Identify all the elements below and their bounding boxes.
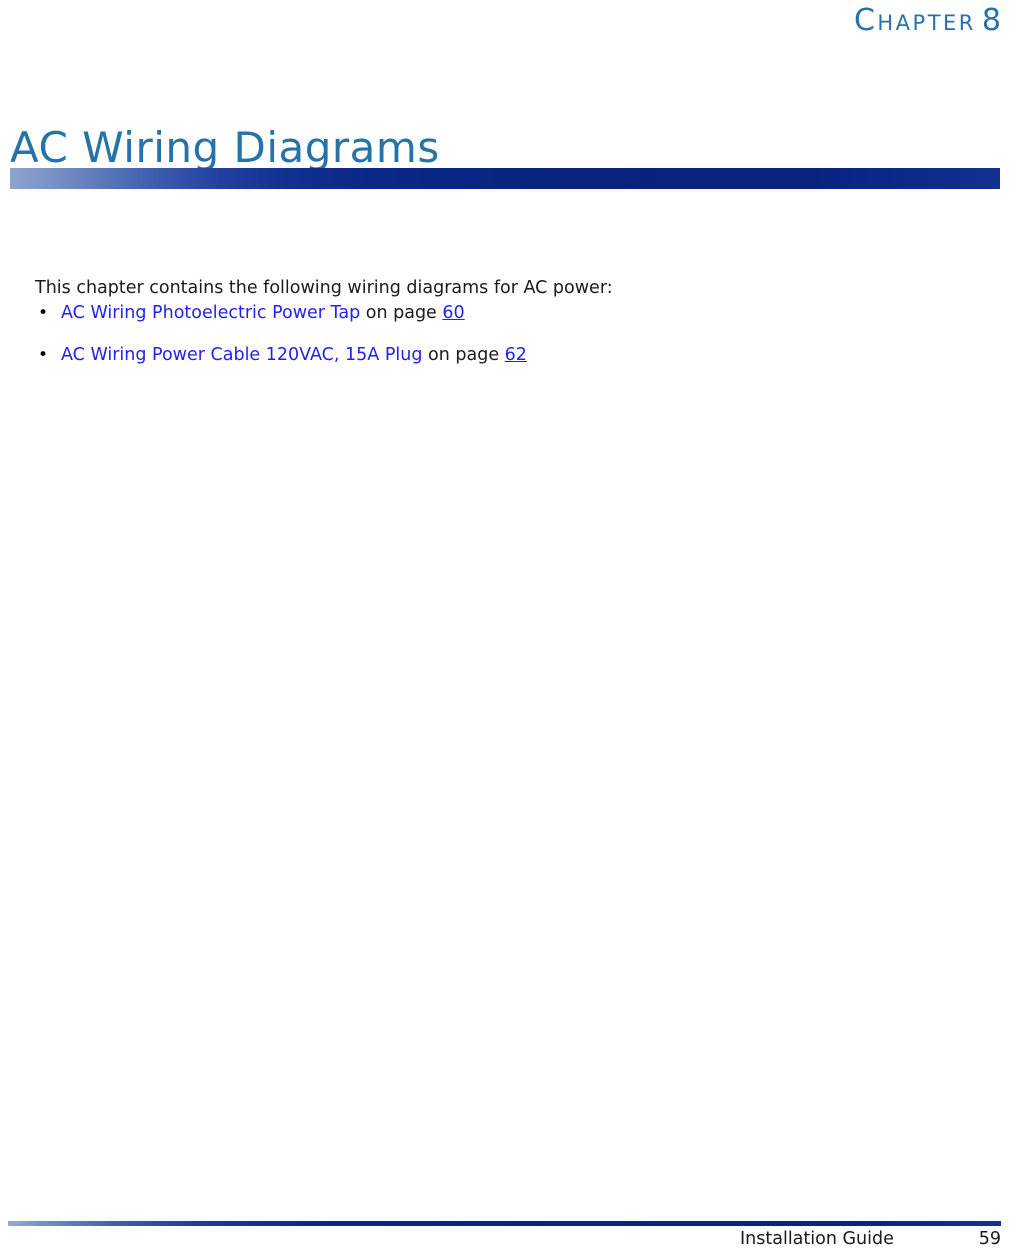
bullet-icon: • [38, 345, 49, 365]
cross-reference-separator: on page [422, 345, 505, 365]
chapter-eyebrow: Chapter 8 [401, 4, 1001, 37]
cross-reference-link[interactable]: AC Wiring Photoelectric Power Tap [61, 303, 360, 323]
cross-reference-link[interactable]: AC Wiring Power Cable 120VAC, 15A Plug [61, 345, 422, 365]
cross-reference-list: • AC Wiring Photoelectric Power Tap on p… [35, 301, 527, 367]
list-item: • AC Wiring Photoelectric Power Tap on p… [35, 301, 527, 325]
chapter-number: 8 [981, 3, 1001, 38]
bullet-icon: • [38, 303, 49, 323]
document-page: Chapter 8 AC Wiring Diagrams This chapter… [0, 0, 1009, 1250]
header-gradient-rule [10, 168, 1000, 189]
cross-reference-separator: on page [360, 303, 443, 323]
footer-page-number: 59 [978, 1229, 1001, 1249]
page-title: AC Wiring Diagrams [10, 123, 440, 173]
intro-paragraph: This chapter contains the following wiri… [35, 277, 613, 298]
cross-reference-page-number[interactable]: 60 [442, 303, 464, 323]
footer-document-title: Installation Guide [740, 1229, 894, 1249]
list-item: • AC Wiring Power Cable 120VAC, 15A Plug… [35, 343, 527, 367]
cross-reference-page-number[interactable]: 62 [505, 345, 527, 365]
footer-gradient-rule [8, 1221, 1001, 1226]
chapter-label: Chapter [853, 3, 976, 38]
